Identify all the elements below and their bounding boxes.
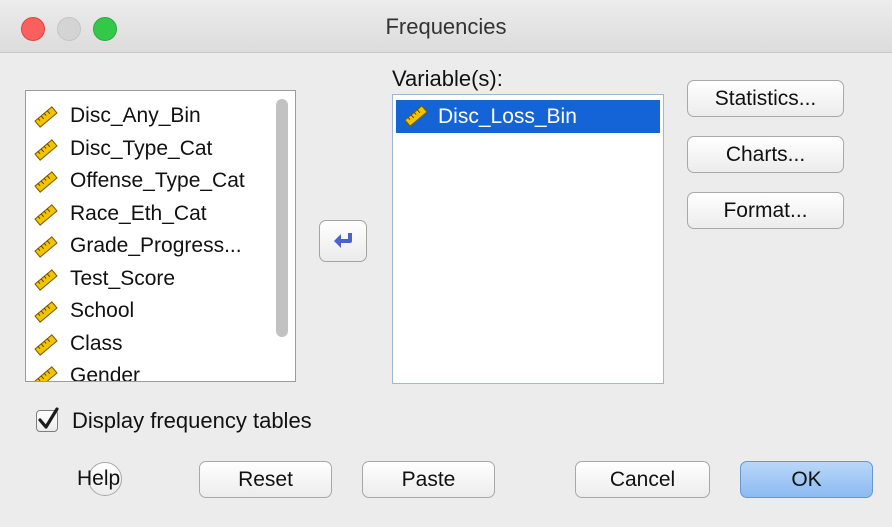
ok-button[interactable]: OK [740, 461, 873, 498]
move-variable-button[interactable] [319, 220, 367, 262]
variables-label: Variable(s): [392, 66, 503, 91]
variable-label: Gender [70, 364, 141, 382]
variable-label: Offense_Type_Cat [70, 169, 245, 192]
ruler-scale-icon [34, 171, 58, 193]
display-frequency-tables-checkbox[interactable] [36, 407, 59, 432]
checkmark-icon [38, 407, 59, 429]
display-frequency-tables-label: Display frequency tables [72, 408, 312, 433]
charts-button[interactable]: Charts... [687, 136, 844, 173]
arrow-left-icon [334, 233, 352, 248]
list-item[interactable]: Race_Eth_Cat [26, 198, 295, 231]
list-item[interactable]: School [26, 295, 295, 328]
list-scrollbar[interactable] [275, 97, 289, 377]
ruler-scale-icon [34, 333, 58, 356]
display-frequency-tables-option[interactable]: Display frequency tables [36, 406, 312, 436]
ruler-scale-icon [34, 106, 58, 128]
variable-label: Grade_Progress... [70, 234, 242, 257]
ruler-scale-icon [404, 105, 428, 127]
target-variable-list[interactable]: Disc_Loss_Bin [392, 94, 664, 384]
list-item[interactable]: Disc_Any_Bin [26, 100, 295, 133]
ruler-scale-icon [34, 138, 58, 161]
window-title: Frequencies [385, 14, 507, 39]
source-variable-list[interactable]: Disc_Any_Bin Disc_Type_Cat Offense_Type_… [25, 90, 296, 382]
scrollbar-thumb[interactable] [276, 99, 288, 337]
variable-label: School [70, 299, 135, 322]
reset-button[interactable]: Reset [199, 461, 332, 498]
ruler-scale-icon [34, 236, 58, 258]
selected-list-item[interactable]: Disc_Loss_Bin [396, 100, 660, 133]
variable-label: Test_Score [70, 266, 176, 290]
variable-label: Race_Eth_Cat [70, 201, 207, 225]
paste-button[interactable]: Paste [362, 461, 495, 498]
title-bar: Frequencies [0, 0, 892, 53]
variable-label: Class [70, 331, 123, 355]
list-item[interactable]: Disc_Type_Cat [26, 133, 295, 166]
ruler-scale-icon [34, 366, 58, 381]
statistics-button[interactable]: Statistics... [687, 80, 844, 117]
ruler-scale-icon [34, 268, 58, 291]
variable-label: Disc_Type_Cat [70, 136, 213, 160]
variable-label: Disc_Any_Bin [70, 104, 201, 127]
format-button[interactable]: Format... [687, 192, 844, 229]
ruler-scale-icon [34, 301, 58, 323]
cancel-button[interactable]: Cancel [575, 461, 710, 498]
frequencies-dialog: Frequencies Disc_Any_Bin Disc_Type_Cat O… [0, 0, 892, 527]
list-item[interactable]: Class [26, 328, 295, 361]
ruler-scale-icon [34, 203, 58, 226]
variable-label: Disc_Loss_Bin [438, 105, 577, 128]
list-item[interactable]: Gender [26, 360, 295, 382]
list-item[interactable]: Offense_Type_Cat [26, 165, 295, 198]
help-label[interactable]: Help [77, 467, 120, 491]
list-item[interactable]: Grade_Progress... [26, 230, 295, 263]
list-item[interactable]: Test_Score [26, 263, 295, 296]
